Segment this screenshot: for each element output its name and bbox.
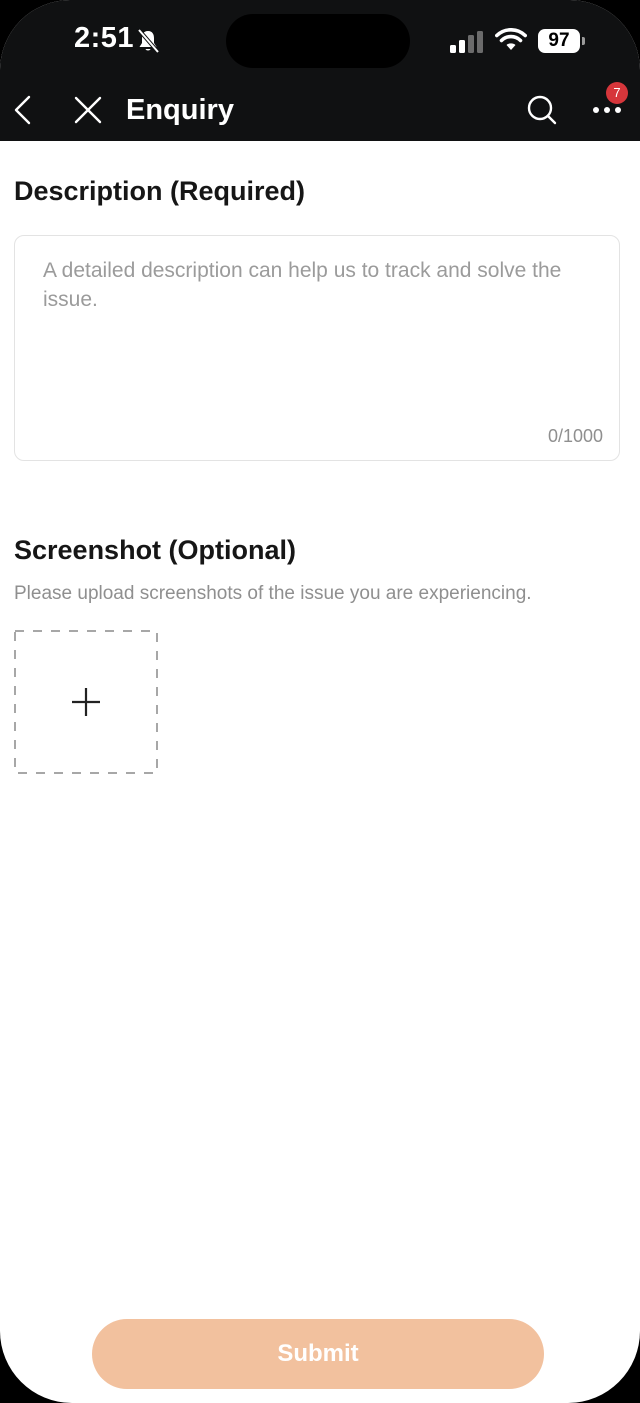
status-time: 2:51 [74, 22, 135, 54]
description-box: 0/1000 [14, 235, 620, 461]
battery-tip [582, 37, 585, 45]
battery-level: 97 [538, 29, 580, 53]
back-chevron-icon [14, 95, 31, 125]
submit-button[interactable]: Submit [92, 1319, 544, 1389]
character-counter: 0/1000 [547, 426, 603, 446]
search-icon [527, 95, 557, 125]
app-screen: 2:51 97 Enquiry 7 Description (Required)… [0, 0, 640, 1403]
search-button[interactable] [524, 90, 560, 130]
battery-icon: 97 [538, 29, 588, 53]
more-icon [593, 107, 621, 113]
page-title: Enquiry [126, 94, 234, 126]
signal-icon [450, 31, 483, 53]
notification-badge: 7 [606, 82, 628, 104]
screenshot-hint: Please upload screenshots of the issue y… [14, 583, 532, 604]
screenshot-title: Screenshot (Optional) [14, 535, 297, 565]
app-header: 2:51 97 Enquiry 7 [0, 0, 640, 141]
plus-icon [72, 688, 100, 716]
description-input[interactable] [43, 256, 617, 406]
more-button[interactable]: 7 [588, 82, 628, 130]
wifi-icon [495, 28, 527, 50]
status-corner-icon [10, 11, 23, 22]
upload-screenshot-button[interactable] [14, 630, 158, 774]
close-icon [74, 96, 102, 124]
bell-off-icon [137, 28, 160, 54]
back-button[interactable] [8, 90, 38, 130]
description-title: Description (Required) [14, 176, 306, 206]
dynamic-island [226, 14, 410, 68]
close-button[interactable] [70, 90, 106, 130]
